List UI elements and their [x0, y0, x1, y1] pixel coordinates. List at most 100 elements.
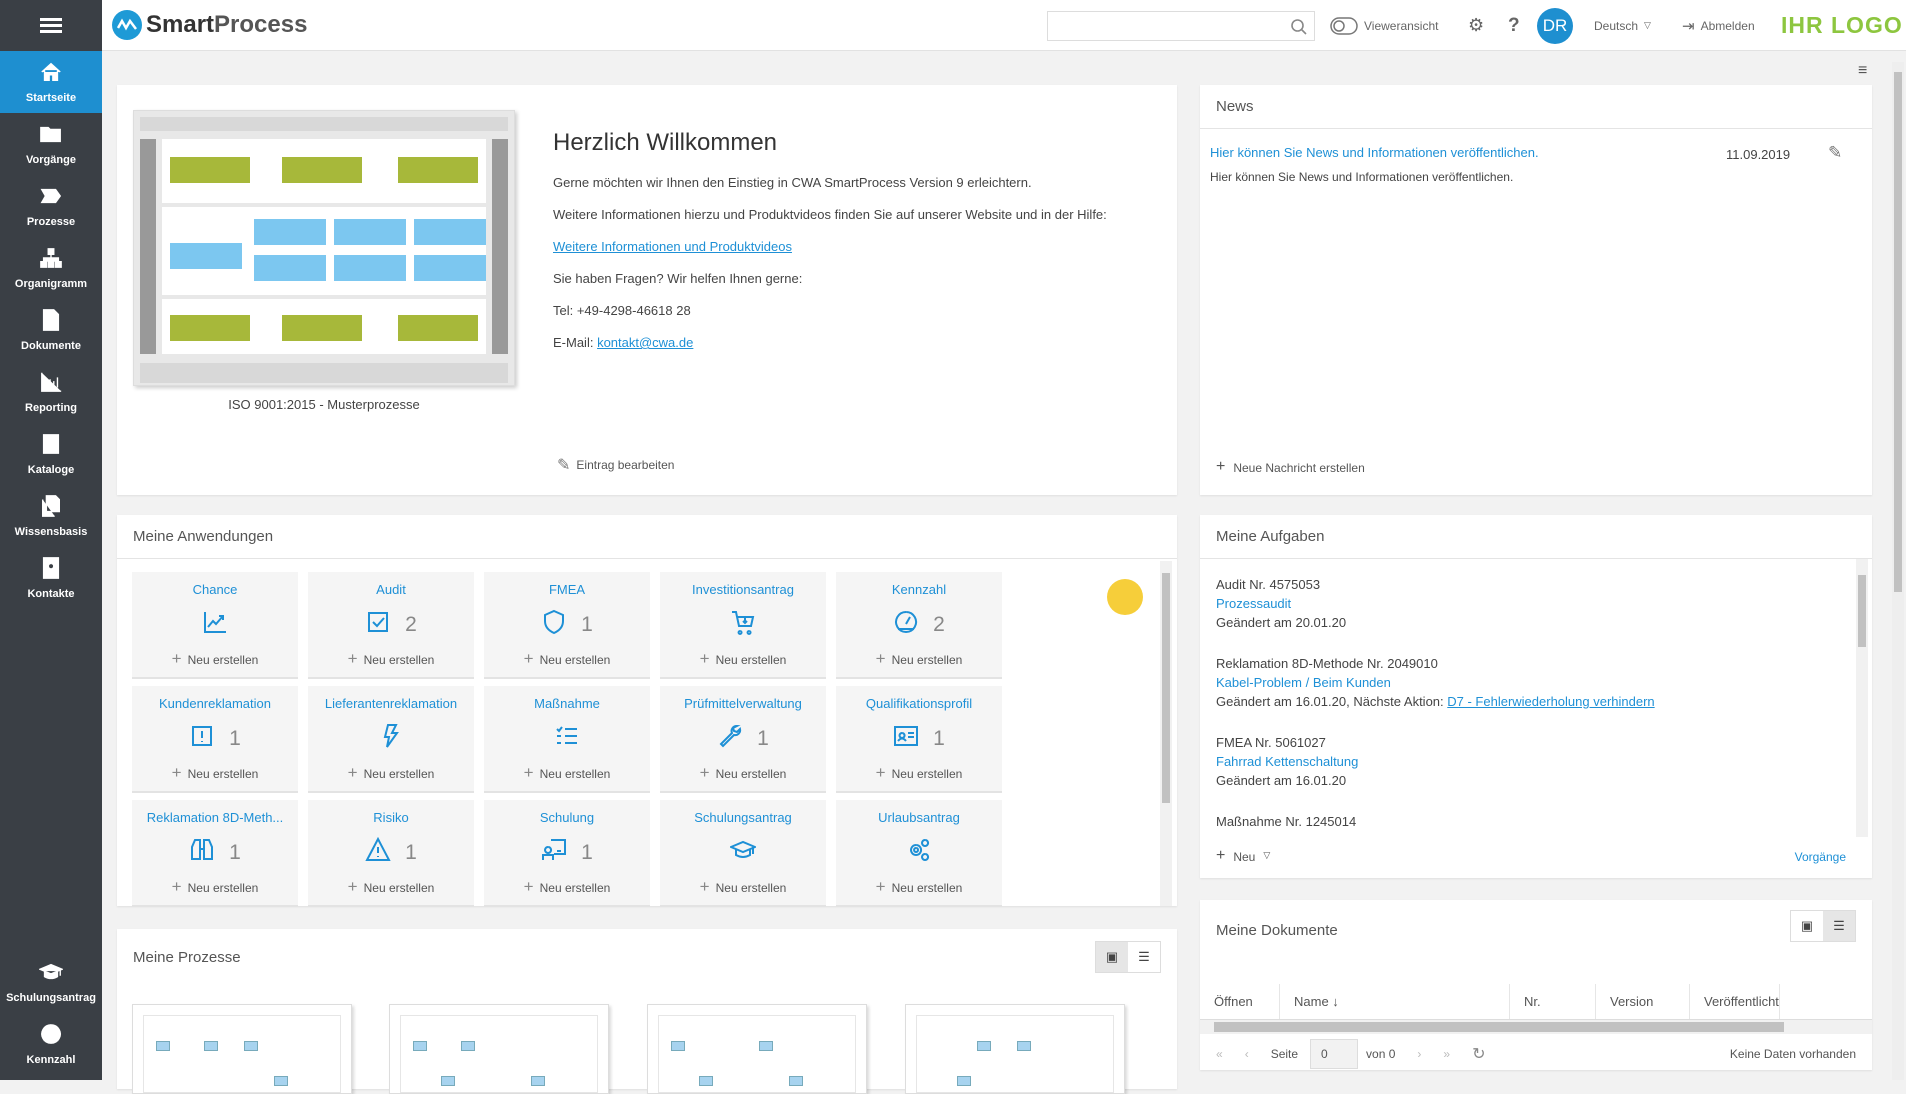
process-map-thumbnail[interactable]: [133, 110, 515, 386]
app-tile-title[interactable]: Qualifikationsprofil: [836, 696, 1002, 711]
sidebar-item-organigramm[interactable]: Organigramm: [0, 237, 102, 299]
app-tile[interactable]: Lieferantenreklamation + Neu erstellen: [308, 686, 474, 793]
app-tile-count[interactable]: 2: [405, 613, 417, 637]
sidebar-item-kataloge[interactable]: Kataloge: [0, 423, 102, 485]
task-link[interactable]: Prozessaudit: [1216, 594, 1856, 613]
sidebar-item-dokumente[interactable]: Dokumente: [0, 299, 102, 361]
search-input[interactable]: [1047, 11, 1315, 41]
new-entry-button[interactable]: + Neu erstellen: [836, 877, 1002, 897]
new-entry-button[interactable]: + Neu erstellen: [484, 877, 650, 897]
sidebar-item-startseite[interactable]: Startseite: [0, 51, 102, 113]
process-thumbnail[interactable]: [647, 1004, 867, 1094]
app-tile[interactable]: Prüfmittelverwaltung 1 + Neu erstellen: [660, 686, 826, 793]
language-select[interactable]: Deutsch ▽: [1594, 0, 1651, 51]
app-tile-title[interactable]: Lieferantenreklamation: [308, 696, 474, 711]
app-tile[interactable]: Schulungsantrag + Neu erstellen: [660, 800, 826, 907]
thumbnail-view-button[interactable]: ▣: [1791, 911, 1823, 941]
app-tile-title[interactable]: FMEA: [484, 582, 650, 597]
new-entry-button[interactable]: + Neu erstellen: [484, 763, 650, 783]
app-tile-count[interactable]: 1: [229, 841, 241, 865]
app-tile[interactable]: Kundenreklamation 1 + Neu erstellen: [132, 686, 298, 793]
sidebar-item-prozesse[interactable]: Prozesse: [0, 175, 102, 237]
new-entry-button[interactable]: + Neu erstellen: [132, 649, 298, 669]
app-tile-title[interactable]: Schulung: [484, 810, 650, 825]
all-tasks-link[interactable]: Vorgänge: [1795, 850, 1846, 864]
app-tile[interactable]: Urlaubsantrag + Neu erstellen: [836, 800, 1002, 907]
app-tile[interactable]: Risiko 1 + Neu erstellen: [308, 800, 474, 907]
sidebar-item-schulungsantrag[interactable]: Schulungsantrag: [0, 951, 102, 1013]
new-entry-button[interactable]: + Neu erstellen: [660, 649, 826, 669]
sidebar-item-kennzahl[interactable]: Kennzahl: [0, 1013, 102, 1075]
new-entry-button[interactable]: + Neu erstellen: [132, 763, 298, 783]
settings-button[interactable]: ⚙: [1468, 0, 1484, 51]
dashboard-menu-icon[interactable]: ≡: [1858, 62, 1867, 80]
task-next-action-link[interactable]: D7 - Fehlerwiederholung verhindern: [1447, 694, 1654, 709]
new-entry-button[interactable]: + Neu erstellen: [308, 877, 474, 897]
next-page-icon[interactable]: ›: [1417, 1047, 1421, 1061]
app-tile[interactable]: Audit 2 + Neu erstellen: [308, 572, 474, 679]
sidebar-item-vorgänge[interactable]: Vorgänge: [0, 113, 102, 175]
process-thumbnail[interactable]: [389, 1004, 609, 1094]
app-tile[interactable]: Kennzahl 2 + Neu erstellen: [836, 572, 1002, 679]
app-tile-title[interactable]: Maßnahme: [484, 696, 650, 711]
app-tile-title[interactable]: Reklamation 8D-Meth...: [132, 810, 298, 825]
prev-page-icon[interactable]: ‹: [1245, 1047, 1249, 1061]
app-tile-title[interactable]: Risiko: [308, 810, 474, 825]
new-entry-button[interactable]: + Neu erstellen: [308, 649, 474, 669]
app-tile-title[interactable]: Schulungsantrag: [660, 810, 826, 825]
page-input[interactable]: 0: [1310, 1039, 1359, 1069]
app-tile-count[interactable]: 1: [581, 613, 593, 637]
last-page-icon[interactable]: »: [1443, 1047, 1450, 1061]
app-tile-title[interactable]: Kundenreklamation: [132, 696, 298, 711]
process-thumbnail[interactable]: [132, 1004, 352, 1094]
app-tile[interactable]: Investitionsantrag + Neu erstellen: [660, 572, 826, 679]
viewer-mode-toggle[interactable]: Vieweransicht: [1330, 0, 1438, 51]
new-entry-button[interactable]: + Neu erstellen: [836, 763, 1002, 783]
new-entry-button[interactable]: + Neu erstellen: [660, 763, 826, 783]
app-tile[interactable]: Qualifikationsprofil 1 + Neu erstellen: [836, 686, 1002, 793]
product-videos-link[interactable]: Weitere Informationen und Produktvideos: [553, 239, 792, 254]
app-tile-title[interactable]: Chance: [132, 582, 298, 597]
tasks-scrollbar[interactable]: [1856, 559, 1868, 837]
new-entry-button[interactable]: + Neu erstellen: [484, 649, 650, 669]
app-tile-count[interactable]: 1: [933, 727, 945, 751]
sidebar-item-kontakte[interactable]: Kontakte: [0, 547, 102, 609]
edit-entry-button[interactable]: ✎ Eintrag bearbeiten: [557, 455, 674, 475]
help-button[interactable]: ?: [1508, 0, 1520, 51]
column-header[interactable]: Name ↓: [1280, 984, 1510, 1019]
new-entry-button[interactable]: + Neu erstellen: [660, 877, 826, 897]
new-entry-button[interactable]: + Neu erstellen: [308, 763, 474, 783]
list-view-button[interactable]: ☰: [1823, 911, 1855, 941]
column-header[interactable]: Nr.: [1510, 984, 1596, 1019]
create-news-button[interactable]: + Neue Nachricht erstellen: [1216, 459, 1365, 476]
logout-button[interactable]: ⇥ Abmelden: [1682, 0, 1755, 51]
app-tile-title[interactable]: Urlaubsantrag: [836, 810, 1002, 825]
user-avatar[interactable]: DR: [1537, 0, 1573, 51]
applications-scrollbar[interactable]: [1160, 561, 1172, 906]
app-tile[interactable]: Chance + Neu erstellen: [132, 572, 298, 679]
app-tile-count[interactable]: 2: [933, 613, 945, 637]
sidebar-item-reporting[interactable]: Reporting: [0, 361, 102, 423]
search-icon[interactable]: [1290, 18, 1308, 36]
new-entry-button[interactable]: + Neu erstellen: [836, 649, 1002, 669]
first-page-icon[interactable]: «: [1216, 1047, 1223, 1061]
new-entry-button[interactable]: + Neu erstellen: [132, 877, 298, 897]
documents-h-scrollbar[interactable]: [1200, 1020, 1872, 1034]
column-header[interactable]: Veröffentlicht a: [1690, 984, 1780, 1019]
app-tile-title[interactable]: Prüfmittelverwaltung: [660, 696, 826, 711]
column-header[interactable]: Version: [1596, 984, 1690, 1019]
list-view-button[interactable]: ☰: [1128, 942, 1160, 972]
task-link[interactable]: Fahrrad Kettenschaltung: [1216, 752, 1856, 771]
app-tile[interactable]: FMEA 1 + Neu erstellen: [484, 572, 650, 679]
email-link[interactable]: kontakt@cwa.de: [597, 335, 693, 350]
app-tile[interactable]: Reklamation 8D-Meth... 1 + Neu erstellen: [132, 800, 298, 907]
app-logo[interactable]: SmartProcess: [112, 10, 307, 40]
sidebar-item-wissensbasis[interactable]: Wissensbasis: [0, 485, 102, 547]
thumbnail-view-button[interactable]: ▣: [1096, 942, 1128, 972]
process-thumbnail[interactable]: [905, 1004, 1125, 1094]
task-link[interactable]: Änderung des Prozessablaufs: [1216, 831, 1856, 834]
menu-toggle-button[interactable]: [0, 0, 102, 51]
app-tile-title[interactable]: Audit: [308, 582, 474, 597]
app-tile-count[interactable]: 1: [405, 841, 417, 865]
app-tile-count[interactable]: 1: [581, 841, 593, 865]
